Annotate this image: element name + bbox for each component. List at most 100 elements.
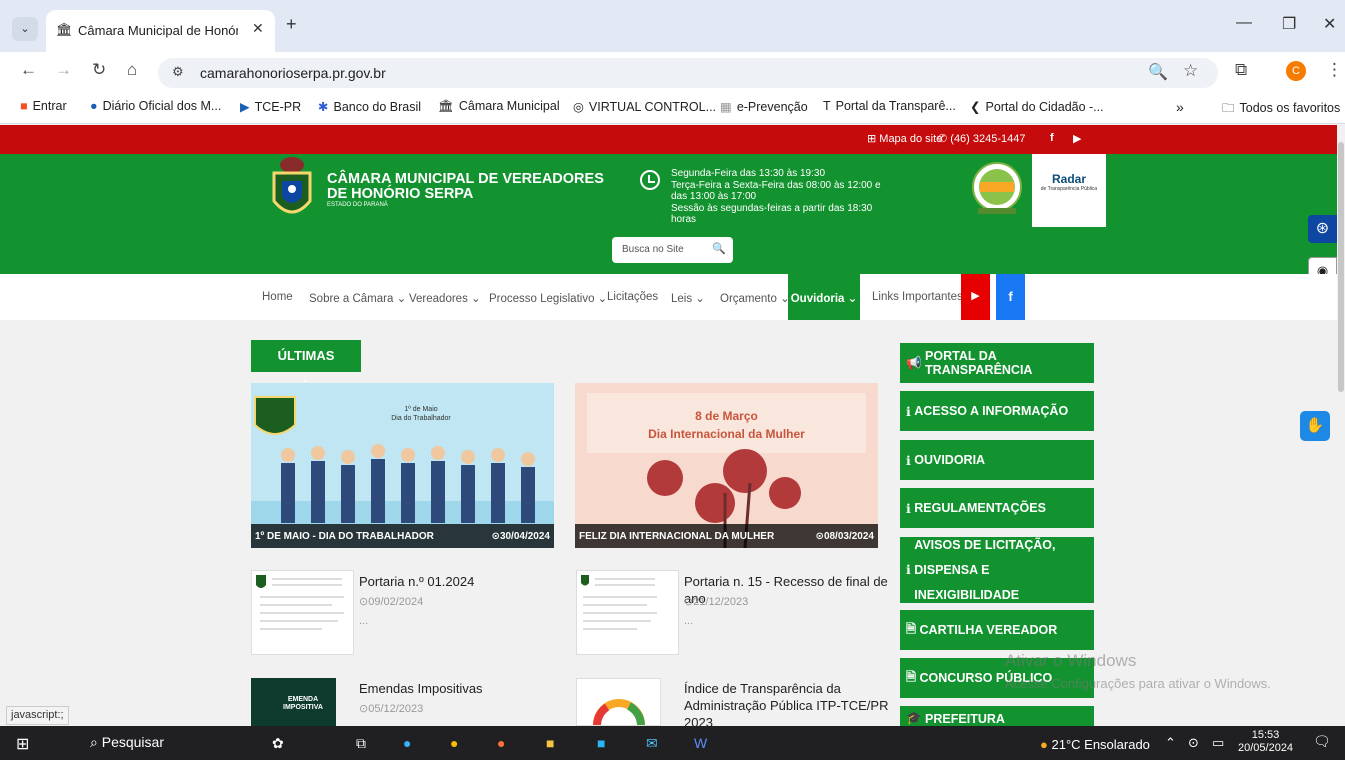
chrome-icon[interactable]: ● xyxy=(450,735,458,751)
featured2-img-line1: 8 de Março xyxy=(695,409,758,423)
search-icon[interactable]: 🔍 xyxy=(712,242,726,255)
document-thumbnail-icon xyxy=(256,575,344,630)
scrollbar-thumb[interactable] xyxy=(1338,142,1344,392)
site-info-icon[interactable]: ⚙ xyxy=(172,64,184,80)
site-name-line2: DE HONÓRIO SERPA xyxy=(327,186,474,202)
btn-ouvidoria[interactable]: ℹ OUVIDORIA xyxy=(900,440,1094,480)
system-clock[interactable]: 15:53 20/05/2024 xyxy=(1238,729,1293,755)
bookmark-star-icon[interactable]: ☆ xyxy=(1183,61,1198,81)
menu-licitacoes[interactable]: Licitações xyxy=(607,291,658,303)
menu-links[interactable]: Links Importantes xyxy=(872,291,963,303)
search-placeholder: Busca no Site xyxy=(622,244,684,255)
tray-display-icon[interactable]: ▭ xyxy=(1212,735,1224,751)
news-title[interactable]: Índice de Transparência da Administração… xyxy=(684,680,894,726)
word-icon[interactable]: W xyxy=(694,735,707,751)
menu-youtube-icon[interactable]: ▶ xyxy=(961,274,990,320)
menu-sobre[interactable]: Sobre a Câmara ⌄ xyxy=(309,291,406,305)
news-thumbnail[interactable] xyxy=(576,570,679,655)
bookmarks-bar: ■ Entrar ● Diário Oficial dos M... ▶ TCE-PR… xyxy=(0,92,1345,124)
bookmark-eprevencao[interactable]: ▦ e-Prevenção xyxy=(720,99,808,114)
btn-prefeitura[interactable]: 🎓 PREFEITURA xyxy=(900,706,1094,726)
btn-cartilha-vereador[interactable]: 🗎 CARTILHA VEREADOR xyxy=(900,610,1094,650)
tray-network-icon[interactable]: ⊙ xyxy=(1188,735,1199,751)
news-date: ⊙21/12/2023 xyxy=(684,596,749,608)
sitemap-link[interactable]: ⊞ Mapa do site xyxy=(867,132,942,145)
notifications-icon[interactable]: 🗨 xyxy=(1313,733,1331,750)
address-bar[interactable]: ⚙ camarahonorioserpa.pr.gov.br 🔍 ☆ xyxy=(158,58,1218,88)
windows-start-icon[interactable]: ⊞ xyxy=(16,734,29,754)
site-name[interactable]: CÂMARA MUNICIPAL DE VEREADORES DE HONÓRI… xyxy=(327,172,607,202)
bookmark-transparencia[interactable]: T Portal da Transparê... xyxy=(823,99,956,113)
btn-avisos-licitacao[interactable]: ℹ AVISOS DE LICITAÇÃO, DISPENSA E INEXIG… xyxy=(900,537,1094,603)
vlibras-icon[interactable]: ✋ xyxy=(1300,411,1330,441)
news-thumbnail[interactable] xyxy=(576,678,661,726)
news-thumbnail[interactable] xyxy=(251,570,354,655)
bookmark-entrar[interactable]: ■ Entrar xyxy=(20,99,67,113)
menu-home[interactable]: Home xyxy=(262,291,293,303)
btn-portal-transparencia[interactable]: 📢 PORTAL DA TRANSPARÊNCIA xyxy=(900,343,1094,383)
youtube-icon[interactable]: ▶ xyxy=(1073,132,1081,145)
close-window-icon[interactable]: ✕ xyxy=(1323,14,1336,34)
facebook-icon[interactable]: f xyxy=(1050,132,1054,144)
tab-search-button[interactable]: ⌄ xyxy=(12,17,38,41)
phone-link[interactable]: ✆ (46) 3245-1447 xyxy=(938,132,1026,145)
edge-icon[interactable]: ● xyxy=(403,735,411,751)
featured1-img-line1: 1º de Maio xyxy=(404,406,438,413)
featured-news-card[interactable]: 1º de Maio Dia do Trabalhador 1º DE MAIO… xyxy=(251,383,554,548)
news-title[interactable]: Emendas Impositivas xyxy=(359,680,569,697)
menu-orcamento[interactable]: Orçamento ⌄ xyxy=(720,291,790,305)
bookmarks-overflow[interactable]: » xyxy=(1176,99,1184,115)
btn-acesso-informacao[interactable]: ℹ ACESSO A INFORMAÇÃO xyxy=(900,391,1094,431)
browser-tab[interactable]: 🏛 Câmara Municipal de Honório Serpa ✕ xyxy=(46,10,275,52)
extensions-icon[interactable]: ⧉ xyxy=(1235,60,1247,80)
news-thumbnail[interactable]: EMENDA IMPOSITIVA xyxy=(251,678,336,726)
coat-of-arms-logo[interactable] xyxy=(268,155,316,225)
taskbar-search[interactable]: ⌕ Pesquisar xyxy=(90,734,164,751)
btn-regulamentacoes[interactable]: ℹ REGULAMENTAÇÕES xyxy=(900,488,1094,528)
news-date: ⊙05/12/2023 xyxy=(359,703,424,715)
mail-icon[interactable]: ✉ xyxy=(646,735,658,752)
opening-hours: Segunda-Feira das 13:30 às 19:30 Terça-F… xyxy=(671,168,896,226)
home-icon[interactable]: ⌂ xyxy=(127,60,137,80)
news-title[interactable]: Portaria n.º 01.2024 xyxy=(359,573,569,590)
firefox-icon[interactable]: ● xyxy=(497,735,505,751)
site-topbar xyxy=(0,125,1337,154)
widget-flowers-icon[interactable]: ✿ xyxy=(272,735,284,752)
reload-icon[interactable]: ↻ xyxy=(92,60,106,80)
file-explorer-icon[interactable]: ■ xyxy=(546,735,554,751)
featured-news-card[interactable]: 8 de Março Dia Internacional da Mulher F… xyxy=(575,383,878,548)
new-tab-button[interactable]: + xyxy=(286,14,297,35)
bookmark-virtual[interactable]: ◎ VIRTUAL CONTROL... xyxy=(573,99,716,114)
accessibility-icon[interactable]: ⊛ xyxy=(1308,215,1337,243)
bookmark-camara[interactable]: 🏛 Câmara Municipal xyxy=(438,99,560,114)
forward-icon[interactable]: → xyxy=(55,60,72,80)
back-icon[interactable]: ← xyxy=(20,60,37,80)
minimize-icon[interactable]: — xyxy=(1236,14,1252,32)
gauge-thumbnail-icon xyxy=(593,699,645,726)
bookmark-banco[interactable]: ✱ Banco do Brasil xyxy=(318,99,421,114)
profile-avatar[interactable]: C xyxy=(1286,61,1306,81)
menu-ouvidoria[interactable]: Ouvidoria ⌄ xyxy=(788,274,860,320)
weather-widget[interactable]: ● 21°C Ensolarado xyxy=(1040,737,1150,752)
site-search-input[interactable]: Busca no Site 🔍 xyxy=(612,237,733,263)
radar-transparencia-logo[interactable]: Radar de Transparência Pública xyxy=(1032,154,1106,227)
menu-leis[interactable]: Leis ⌄ xyxy=(671,291,705,305)
all-favorites[interactable]: 🗀 Todos os favoritos xyxy=(1222,99,1340,120)
prevencao-corrupcao-logo[interactable] xyxy=(970,160,1024,220)
menu-processo[interactable]: Processo Legislativo ⌄ xyxy=(489,291,607,305)
menu-vereadores[interactable]: Vereadores ⌄ xyxy=(409,291,481,305)
url-text: camarahonorioserpa.pr.gov.br xyxy=(200,65,386,81)
bookmark-diario[interactable]: ● Diário Oficial dos M... xyxy=(90,99,221,113)
tray-chevron-icon[interactable]: ⌃ xyxy=(1165,735,1176,751)
menu-icon[interactable]: ⋮ xyxy=(1326,60,1343,80)
menu-facebook-icon[interactable]: f xyxy=(996,274,1025,320)
zoom-icon[interactable]: 🔍 xyxy=(1148,62,1168,82)
restore-icon[interactable]: ❐ xyxy=(1282,14,1296,34)
bookmark-cidadao[interactable]: ❮ Portal do Cidadão -... xyxy=(970,99,1104,114)
close-tab-icon[interactable]: ✕ xyxy=(252,20,264,37)
task-view-icon[interactable]: ⧉ xyxy=(356,735,366,752)
bookmark-tce[interactable]: ▶ TCE-PR xyxy=(240,99,301,114)
store-icon[interactable]: ■ xyxy=(597,735,605,751)
tab-favicon-icon: 🏛 xyxy=(56,22,73,37)
status-bar: javascript:; xyxy=(6,706,69,725)
